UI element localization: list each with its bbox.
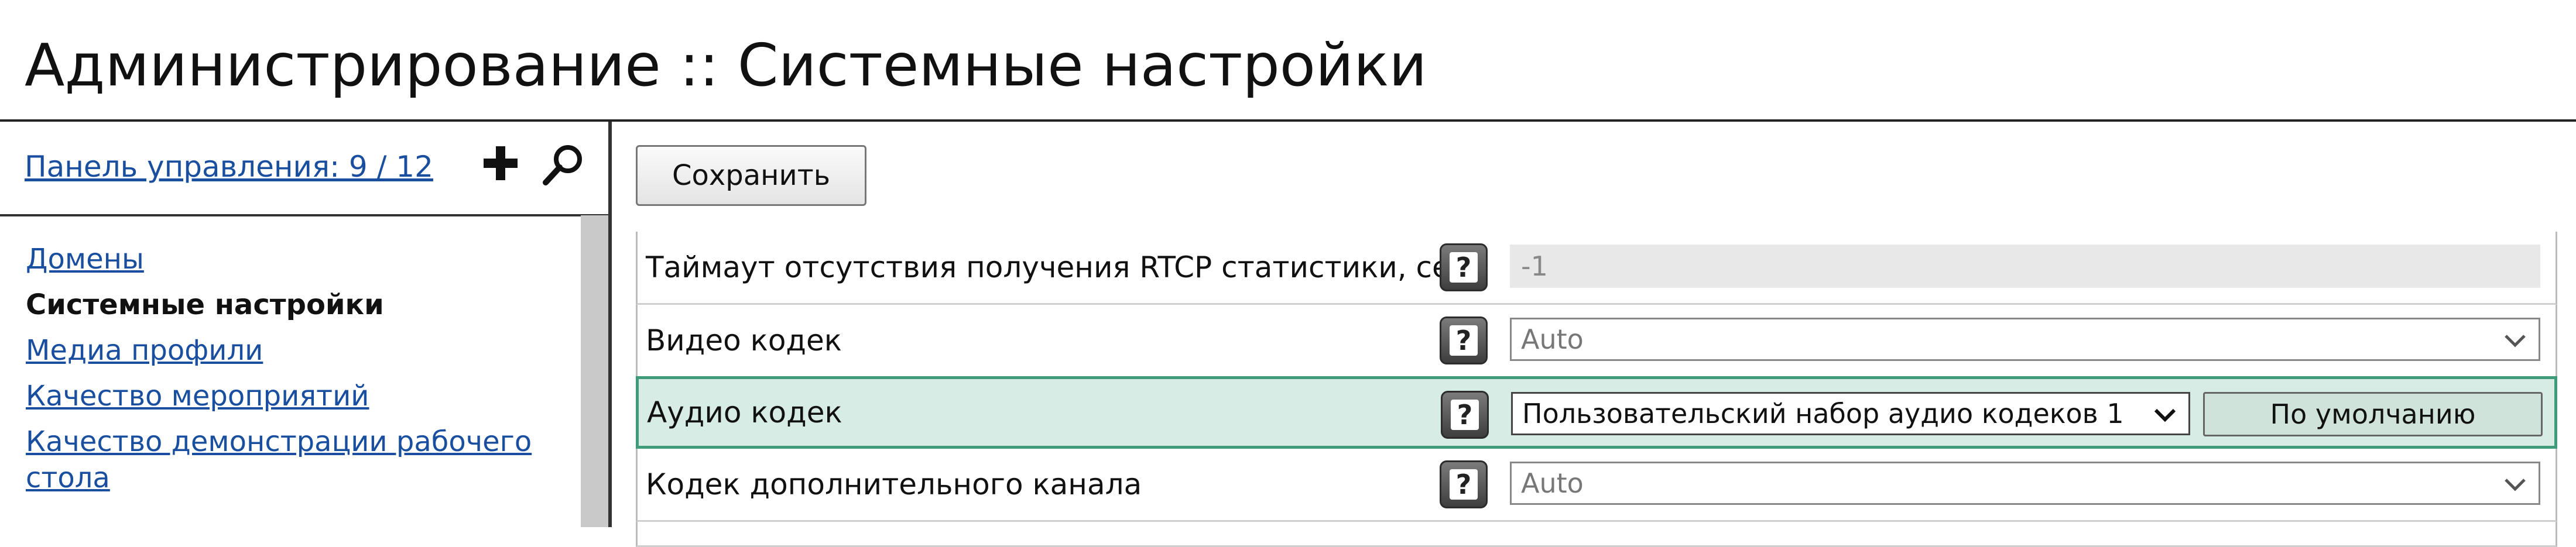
sidebar-item-system-settings[interactable]: Системные настройки (26, 287, 553, 323)
video-codec-value: Auto (1521, 324, 1584, 355)
help-icon[interactable]: ? (1440, 243, 1488, 291)
sidebar-item-label[interactable]: Домены (26, 243, 144, 276)
sidebar-nav: Домены Системные настройки Медиа профили… (26, 241, 553, 505)
setting-row-partial (636, 522, 2557, 547)
sidebar-item-event-quality[interactable]: Качество мероприятий (26, 378, 553, 414)
help-glyph: ? (1450, 325, 1478, 356)
sidebar-item-label[interactable]: Качество демонстрации рабочего стола (26, 425, 532, 494)
help-icon[interactable]: ? (1440, 316, 1488, 364)
control-panel-link[interactable]: Панель управления: 9 / 12 (25, 150, 433, 184)
setting-row-rtcp-timeout: Таймаут отсутствия получения RTCP статис… (636, 232, 2557, 305)
sidebar-item-desktop-sharing-quality[interactable]: Качество демонстрации рабочего стола (26, 424, 553, 496)
help-glyph: ? (1450, 469, 1478, 500)
sidebar-item-label[interactable]: Медиа профили (26, 334, 263, 367)
sidebar-divider (0, 214, 608, 216)
sidebar-scrollbar[interactable] (581, 215, 608, 527)
chevron-down-icon (2505, 479, 2526, 491)
audio-codec-select[interactable]: Пользовательский набор аудио кодеков 1 (1511, 392, 2190, 435)
help-icon[interactable]: ? (1440, 460, 1488, 508)
settings-table: Таймаут отсутствия получения RTCP статис… (636, 232, 2557, 547)
chevron-down-icon (2505, 335, 2526, 348)
reset-default-button[interactable]: По умолчанию (2203, 392, 2543, 436)
plus-icon[interactable] (480, 143, 521, 186)
setting-row-video-codec: Видео кодек ? Auto (636, 305, 2557, 378)
page-title: Администрирование :: Системные настройки (25, 31, 1427, 99)
setting-label: Аудио кодек (647, 395, 842, 429)
chevron-down-icon (2154, 408, 2176, 422)
sidebar-border (608, 122, 612, 527)
audio-codec-value: Пользовательский набор аудио кодеков 1 (1522, 398, 2124, 429)
rtcp-timeout-field: -1 (1510, 245, 2540, 288)
setting-label: Кодек дополнительного канала (646, 467, 1142, 501)
secondary-channel-codec-select[interactable]: Auto (1510, 462, 2540, 505)
setting-row-audio-codec: Аудио кодек ? Пользовательский набор ауд… (636, 376, 2557, 449)
sidebar-item-label: Системные настройки (26, 288, 384, 321)
secondary-channel-codec-value: Auto (1521, 467, 1584, 499)
sidebar-item-label[interactable]: Качество мероприятий (26, 380, 369, 412)
help-glyph: ? (1451, 400, 1479, 430)
help-icon[interactable]: ? (1441, 391, 1489, 439)
setting-label: Таймаут отсутствия получения RTCP статис… (646, 250, 1477, 284)
setting-label: Видео кодек (646, 324, 842, 357)
sidebar-item-domains[interactable]: Домены (26, 241, 553, 277)
search-icon[interactable] (541, 143, 585, 190)
setting-row-secondary-channel-codec: Кодек дополнительного канала ? Auto (636, 449, 2557, 522)
video-codec-select[interactable]: Auto (1510, 318, 2540, 361)
sidebar-item-media-profiles[interactable]: Медиа профили (26, 332, 553, 369)
save-button[interactable]: Сохранить (636, 145, 866, 206)
help-glyph: ? (1450, 252, 1478, 283)
